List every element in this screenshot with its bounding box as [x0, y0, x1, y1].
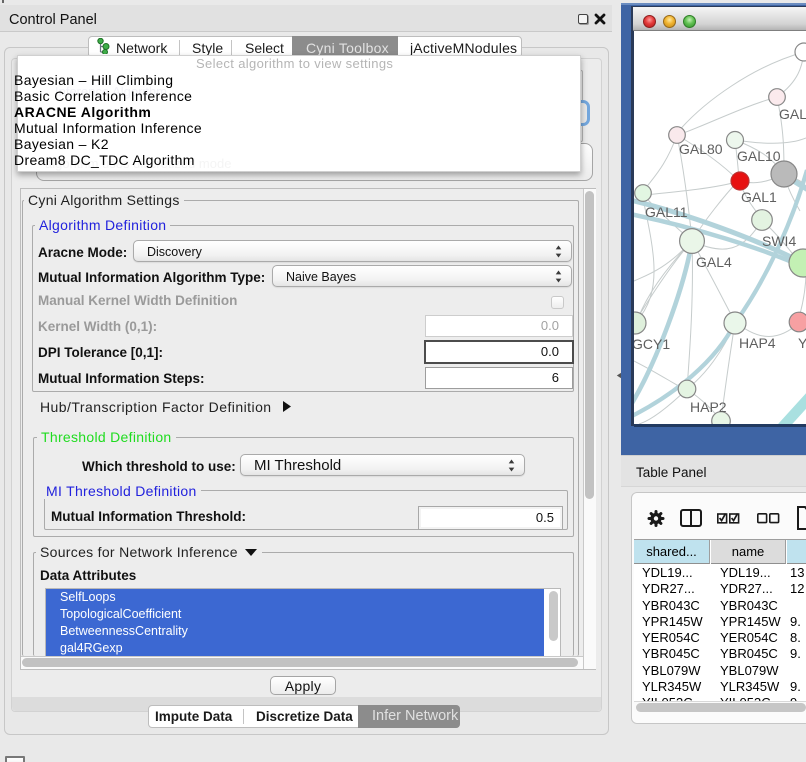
- svg-text:GAL1: GAL1: [741, 189, 777, 205]
- svg-text:SWI4: SWI4: [762, 233, 796, 249]
- svg-text:GCY1: GCY1: [634, 336, 670, 352]
- svg-text:GAL: GAL: [779, 106, 806, 122]
- svg-text:Y: Y: [798, 335, 806, 351]
- svg-text:HAP2: HAP2: [690, 399, 727, 415]
- svg-text:GAL11: GAL11: [645, 204, 688, 220]
- svg-text:GAL4: GAL4: [696, 254, 732, 270]
- svg-text:GAL80: GAL80: [679, 141, 723, 157]
- svg-text:GAL10: GAL10: [737, 148, 781, 164]
- svg-text:HAP4: HAP4: [739, 335, 776, 351]
